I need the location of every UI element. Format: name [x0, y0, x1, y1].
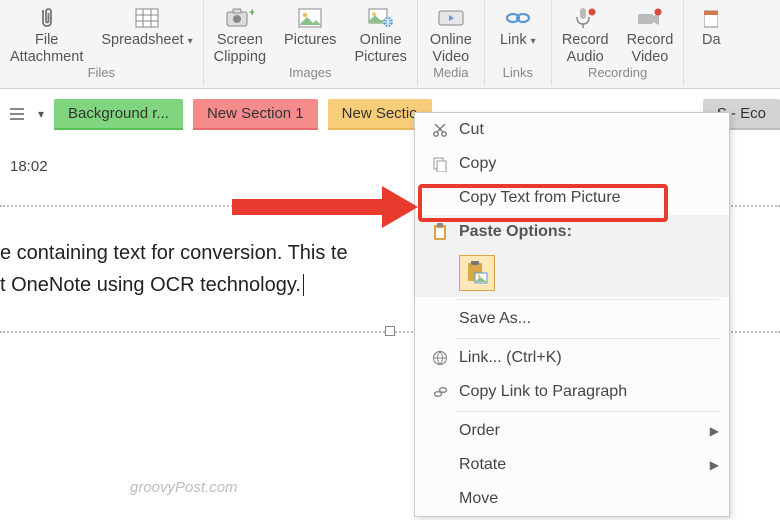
ctx-cut[interactable]: Cut [415, 113, 729, 147]
chevron-down-icon[interactable]: ▾ [38, 107, 44, 121]
file-attachment-button[interactable]: FileAttachment [6, 2, 87, 65]
btn-l1: Pictures [284, 32, 336, 48]
online-pictures-button[interactable]: OnlinePictures [350, 2, 410, 65]
btn-l1: Record [627, 32, 674, 48]
screen-clipping-button[interactable]: + ScreenClipping [210, 2, 270, 65]
ctx-rotate[interactable]: Rotate ▶ [415, 448, 729, 482]
link-button[interactable]: Link ▾ [491, 2, 545, 65]
ctx-paste-options-header: Paste Options: [415, 215, 729, 249]
record-video-button[interactable]: RecordVideo [623, 2, 678, 65]
chevron-down-icon: ▾ [531, 36, 536, 47]
btn-l1: File [35, 32, 58, 48]
notebook-list-icon[interactable] [6, 103, 28, 125]
btn-l1: Record [562, 32, 609, 48]
ctx-order[interactable]: Order ▶ [415, 414, 729, 448]
ctx-label: Copy [455, 155, 719, 173]
btn-l2: Video [432, 49, 469, 65]
ribbon-group-cutoff: Da [684, 0, 738, 86]
ctx-copy[interactable]: Copy [415, 147, 729, 181]
group-label: Media [433, 65, 468, 84]
ctx-label: Copy Text from Picture [455, 189, 719, 207]
camera-plus-icon: + [223, 6, 257, 30]
svg-text:+: + [249, 8, 254, 19]
pictures-button[interactable]: Pictures [280, 2, 340, 65]
chevron-down-icon: ▾ [188, 36, 193, 47]
btn-l2: Audio [567, 49, 604, 65]
resize-handle-top[interactable] [383, 201, 397, 211]
group-label: Files [88, 65, 115, 84]
resize-handle-bottom[interactable] [385, 326, 395, 336]
watermark: groovyPost.com [130, 479, 238, 496]
ribbon-group-media: OnlineVideo Media [418, 0, 485, 86]
ctx-label: Move [455, 490, 719, 508]
tab-background[interactable]: Background r... [54, 99, 183, 128]
microphone-icon [568, 6, 602, 30]
globe-link-icon [425, 350, 455, 366]
ctx-label: Link... (Ctrl+K) [455, 349, 719, 367]
ctx-label: Cut [455, 121, 719, 139]
btn-l2: Video [632, 49, 669, 65]
submenu-arrow-icon: ▶ [703, 424, 719, 438]
scissors-icon [425, 122, 455, 138]
btn-l2: Clipping [214, 49, 266, 65]
ctx-label: Order [455, 422, 703, 440]
online-video-button[interactable]: OnlineVideo [424, 2, 478, 65]
paragraph-link-icon [425, 384, 455, 400]
spreadsheet-icon [130, 6, 164, 30]
clipboard-picture-icon [466, 261, 488, 285]
spreadsheet-button[interactable]: Spreadsheet ▾ [97, 2, 196, 65]
separator [455, 338, 719, 339]
group-label: Recording [588, 65, 647, 84]
context-menu: Cut Copy Copy Text from Picture Paste Op… [414, 112, 730, 517]
video-icon [434, 6, 468, 30]
ctx-move[interactable]: Move [415, 482, 729, 516]
calendar-icon [694, 6, 728, 30]
ctx-save-as[interactable]: Save As... [415, 302, 729, 336]
clipboard-icon [425, 223, 455, 241]
group-label: Images [289, 65, 332, 84]
ribbon: FileAttachment Spreadsheet ▾ Files + S [0, 0, 780, 89]
btn-l1: Da [702, 32, 721, 48]
date-button[interactable]: Da [690, 2, 732, 65]
ribbon-group-images: + ScreenClipping Pictures OnlinePictures [204, 0, 418, 86]
paperclip-icon [30, 6, 64, 30]
text-line-1: e containing text for conversion. This t… [0, 242, 348, 264]
ctx-copy-link-paragraph[interactable]: Copy Link to Paragraph [415, 375, 729, 409]
paste-keep-source-button[interactable] [459, 255, 495, 291]
tab-new-section-1[interactable]: New Section 1 [193, 99, 318, 128]
tab-label: New Section 1 [207, 105, 304, 122]
ribbon-group-files: FileAttachment Spreadsheet ▾ Files [0, 0, 204, 86]
separator [455, 411, 719, 412]
btn-l2: Pictures [354, 49, 406, 65]
btn-l1: Spreadsheet [101, 32, 183, 48]
tab-label: New Sectio [342, 105, 418, 122]
ctx-link[interactable]: Link... (Ctrl+K) [415, 341, 729, 375]
pictures-icon [293, 6, 327, 30]
submenu-arrow-icon: ▶ [703, 458, 719, 472]
separator [455, 299, 719, 300]
text-line-2: t OneNote using OCR technology. [0, 274, 301, 296]
ctx-label: Copy Link to Paragraph [455, 383, 719, 401]
group-label: Links [503, 65, 533, 84]
ctx-label: Save As... [455, 310, 719, 328]
camcorder-icon [633, 6, 667, 30]
ribbon-group-recording: RecordAudio RecordVideo Recording [552, 0, 685, 86]
ctx-copy-text-from-picture[interactable]: Copy Text from Picture [415, 181, 729, 215]
record-audio-button[interactable]: RecordAudio [558, 2, 613, 65]
ctx-label: Paste Options: [455, 223, 719, 241]
ctx-paste-options-row [415, 249, 729, 297]
tab-label: Background r... [68, 105, 169, 122]
text-caret [303, 274, 310, 296]
ribbon-group-links: Link ▾ Links [485, 0, 552, 86]
btn-l1: Online [360, 32, 402, 48]
btn-l2: Attachment [10, 49, 83, 65]
copy-icon [425, 156, 455, 172]
link-icon [501, 6, 535, 30]
online-pictures-icon [364, 6, 398, 30]
btn-l1: Link [500, 32, 527, 48]
ctx-label: Rotate [455, 456, 703, 474]
btn-l1: Screen [217, 32, 263, 48]
btn-l1: Online [430, 32, 472, 48]
